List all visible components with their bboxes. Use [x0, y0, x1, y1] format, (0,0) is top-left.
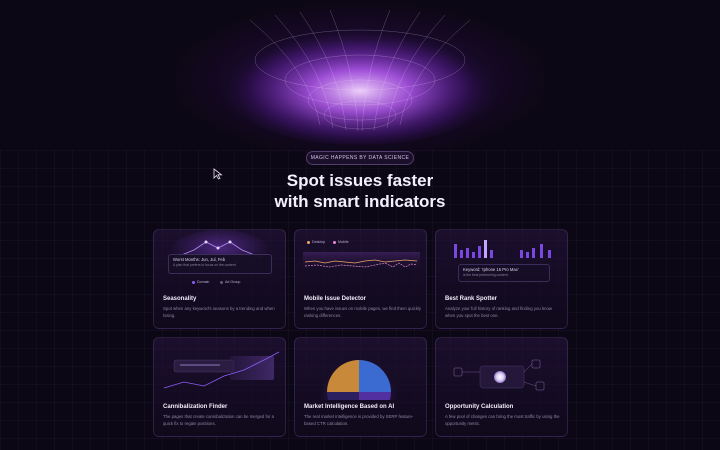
- legend-domain: Domain: [192, 280, 209, 284]
- hero-wormhole-graphic: [220, 9, 500, 145]
- seasonality-panel-title: Worst Months: Jun, Jul, Feb: [173, 257, 226, 262]
- card-title: Best Rank Spotter: [445, 296, 498, 302]
- card-title: Seasonality: [163, 296, 197, 302]
- card-description: A few pool of changes can bring the most…: [445, 414, 560, 426]
- card-description: The real market intelligence is provided…: [304, 414, 414, 426]
- legend-ad-group: Ad Group: [220, 280, 240, 284]
- card-description: The pages that create cannibalization ca…: [163, 414, 275, 426]
- feature-card-opportunity-calculation[interactable]: Opportunity Calculation A few pool of ch…: [435, 337, 568, 437]
- headline-line-2: with smart indicators: [274, 192, 446, 211]
- feature-card-market-intelligence[interactable]: Market Intelligence Based on AI The real…: [294, 337, 427, 437]
- card-description: When you have issues on mobile pages, we…: [304, 306, 422, 318]
- page-title: Spot issues faster with smart indicators: [210, 170, 510, 212]
- card-title: Market Intelligence Based on AI: [304, 404, 395, 410]
- feature-card-seasonality[interactable]: Worst Months: Jun, Jul, Feb A plan that …: [153, 229, 286, 329]
- feature-card-best-rank-spotter[interactable]: Keyword: 'Iphone 15 Pro Max' is the best…: [435, 229, 568, 329]
- card-title: Mobile Issue Detector: [304, 296, 367, 302]
- best-rank-info-panel: Keyword: 'Iphone 15 Pro Max' is the best…: [458, 264, 550, 282]
- seasonality-info-panel: Worst Months: Jun, Jul, Feb A plan that …: [168, 254, 272, 274]
- seasonality-panel-subtitle: A plan that prefers to focus on the cont…: [173, 263, 236, 267]
- card-description: Spot when any keyword's seasons by a tre…: [163, 306, 275, 318]
- rank-bars-visual: [454, 240, 551, 258]
- headline-line-1: Spot issues faster: [286, 171, 434, 190]
- card-title: Opportunity Calculation: [445, 404, 514, 410]
- feature-card-cannibalization-finder[interactable]: Cannibalization Finder The pages that cr…: [153, 337, 286, 437]
- card-title: Cannibalization Finder: [163, 404, 228, 410]
- opportunity-visual: [453, 359, 545, 391]
- best-rank-panel-title: Keyword: 'Iphone 15 Pro Max': [463, 267, 519, 272]
- best-rank-panel-subtitle: is the best performing content: [463, 273, 508, 277]
- cannibalization-visual: [163, 351, 280, 389]
- mobile-desktop-chart-visual: [303, 252, 420, 272]
- hero-badge: MAGIC HAPPENS BY DATA SCIENCE: [306, 151, 414, 165]
- card-description: Analyze your full history of ranking and…: [445, 306, 553, 318]
- feature-card-mobile-issue-detector[interactable]: Desktop Mobile Mobile Issue Detector Whe…: [294, 229, 427, 329]
- market-pie-visual: [319, 352, 399, 400]
